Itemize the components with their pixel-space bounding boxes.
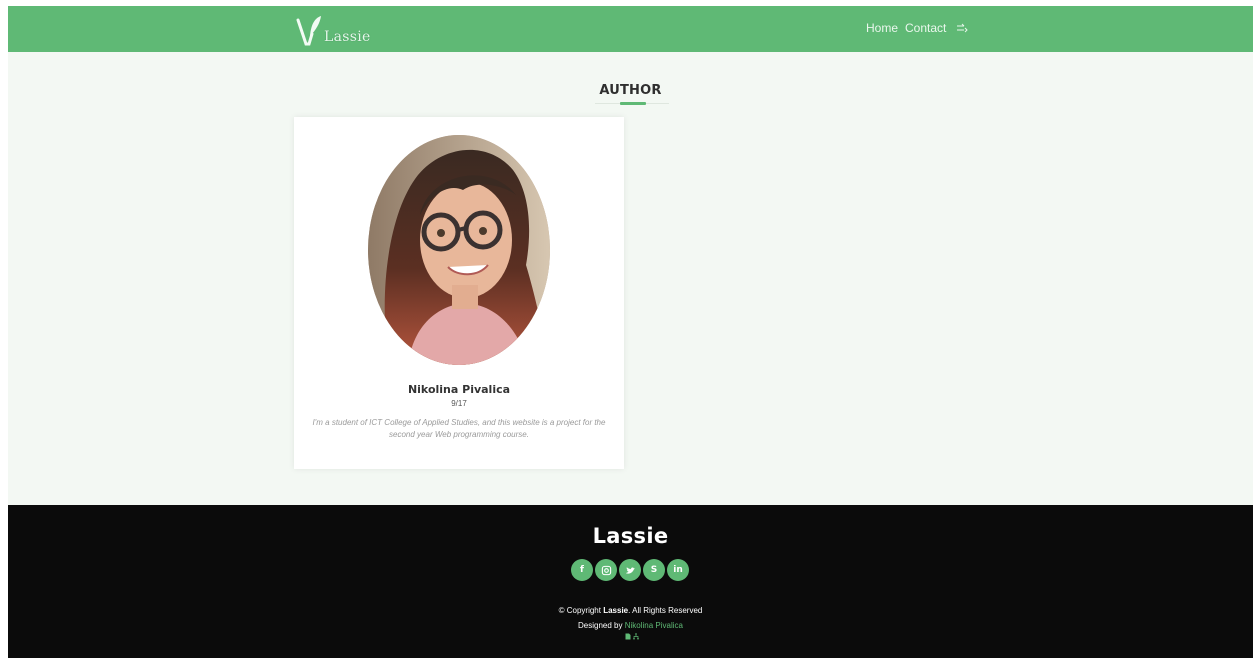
designed-prefix: Designed by [578,621,623,630]
footer: Lassie f S in © Copyright Lassie. All Ri… [8,505,1253,658]
linkedin-icon[interactable]: in [667,559,689,581]
section-title: AUTHOR [599,83,662,98]
login-arrow-icon[interactable] [956,23,969,33]
copyright-suffix: . All Rights Reserved [628,606,703,615]
author-card: Nikolina Pivalica 9/17 I'm a student of … [294,117,624,469]
designed-by: Designed by Nikolina Pivalica [8,621,1253,630]
sitemap-icon[interactable] [633,633,639,640]
leaf-v-logo-icon [296,16,321,46]
title-accent-bar [620,102,646,105]
author-bio: I'm a student of ICT College of Applied … [312,418,606,439]
twitter-glyph [625,566,635,574]
copyright-text: © Copyright Lassie. All Rights Reserved [8,606,1253,615]
page-frame: Lassie Home Contact AUTHOR Nikolina Piva… [8,6,1253,658]
document-icon[interactable] [625,633,631,640]
copyright-brand: Lassie [603,606,629,615]
author-index: 9/17 [451,399,467,408]
author-photo-image [368,135,550,365]
nav-link-contact[interactable]: Contact [905,21,946,35]
footer-brand: Lassie [592,524,669,548]
logo-text: Lassie [324,29,371,45]
skype-icon[interactable]: S [643,559,665,581]
instagram-glyph [601,565,611,575]
social-links: f S in [571,559,689,581]
nav-link-home[interactable]: Home [866,21,898,35]
instagram-icon[interactable] [595,559,617,581]
logo[interactable]: Lassie [296,12,371,46]
footer-mini-icons [625,633,639,640]
top-navbar: Lassie Home Contact [8,6,1253,52]
twitter-icon[interactable] [619,559,641,581]
author-name: Nikolina Pivalica [407,383,511,396]
nav-links: Home Contact [866,21,969,35]
author-photo [368,135,550,365]
designer-link[interactable]: Nikolina Pivalica [625,621,683,630]
facebook-icon[interactable]: f [571,559,593,581]
copyright-prefix: © Copyright [558,606,601,615]
